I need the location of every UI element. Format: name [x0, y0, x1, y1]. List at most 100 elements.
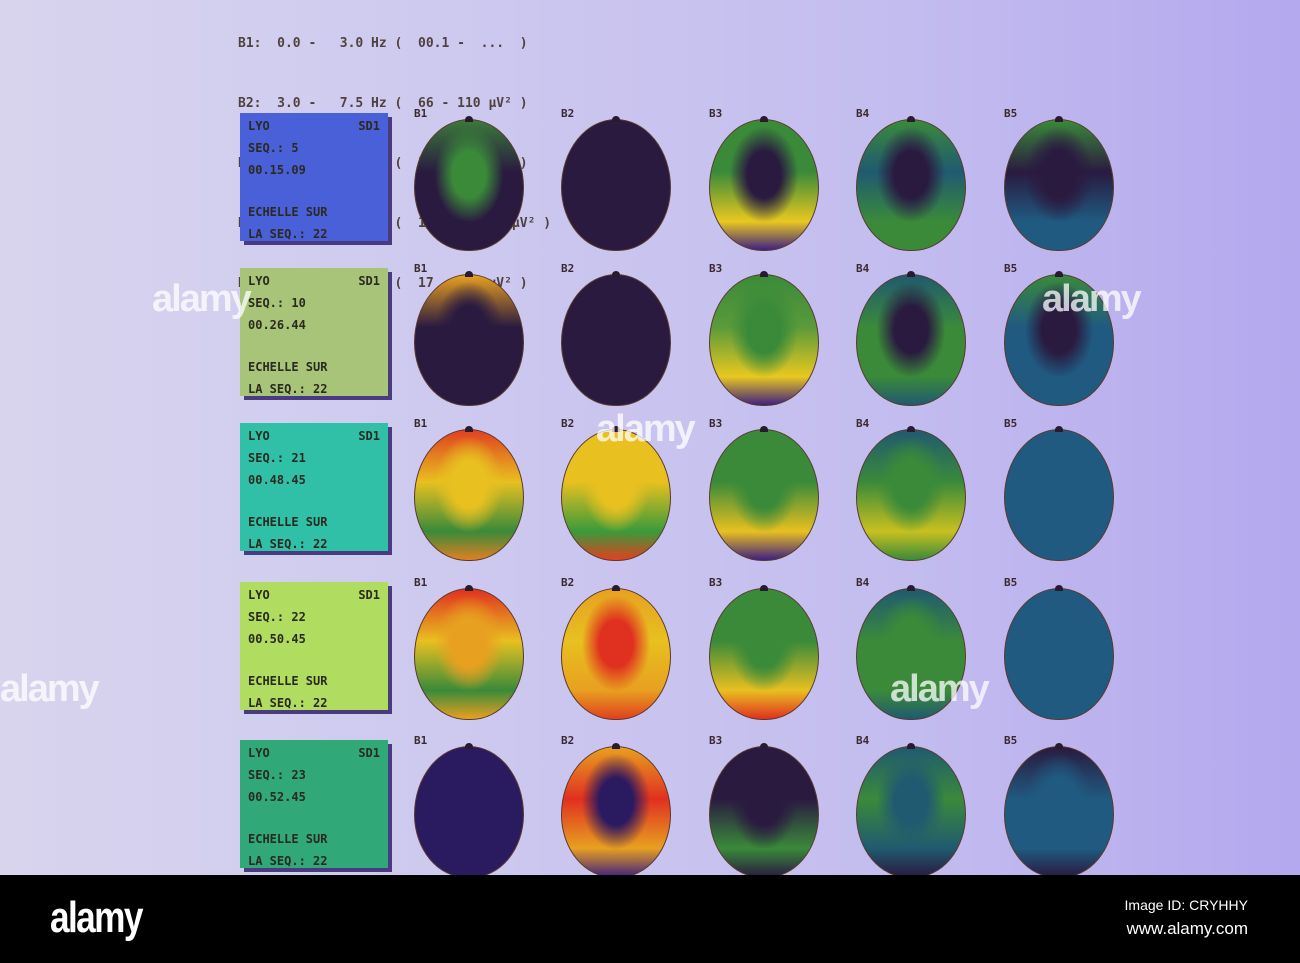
nose-marker-icon [465, 426, 473, 432]
scale-note: ECHELLE SUR [248, 205, 328, 219]
band-label: B5 [1004, 417, 1018, 430]
brain-map-head [709, 116, 819, 251]
brain-map-head [1004, 585, 1114, 720]
sequence-time: 00.15.09 [248, 163, 306, 177]
band-label: B5 [1004, 576, 1018, 589]
site-code: LYO [248, 119, 270, 133]
scale-note: LA SEQ.: 22 [248, 854, 328, 868]
brain-map-head [856, 271, 966, 406]
band-label: B3 [709, 576, 723, 589]
watermark: alamy [152, 278, 252, 320]
brain-map-head [856, 743, 966, 878]
legend-line: B2: 3.0 - 7.5 Hz ( 66 - 110 µV² ) [238, 96, 528, 111]
nose-marker-icon [760, 426, 768, 432]
band-label: B4 [856, 262, 870, 275]
channel-id: SD1 [358, 429, 380, 443]
channel-id: SD1 [358, 274, 380, 288]
map-row: LYO SD1 SEQ.: 22 00.50.45 ECHELLE SUR LA … [238, 576, 1138, 732]
scale-note: ECHELLE SUR [248, 515, 328, 529]
footer-bar: alamy Image ID: CRYHHY www.alamy.com [0, 875, 1300, 963]
sequence-label-box: LYO SD1 SEQ.: 23 00.52.45 ECHELLE SUR LA … [240, 740, 388, 868]
band-label: B5 [1004, 262, 1018, 275]
brain-map-head [709, 585, 819, 720]
image-id: Image ID: CRYHHY [1124, 897, 1248, 913]
band-label: B2 [561, 734, 575, 747]
sequence-time: 00.50.45 [248, 632, 306, 646]
nose-marker-icon [907, 743, 915, 749]
site-url: www.alamy.com [1126, 919, 1248, 938]
brain-map-head [414, 585, 524, 720]
map-row: LYO SD1 SEQ.: 23 00.52.45 ECHELLE SUR LA … [238, 734, 1138, 890]
brain-map-head [709, 743, 819, 878]
nose-marker-icon [907, 116, 915, 122]
band-label: B1 [414, 417, 428, 430]
brain-map-head [414, 426, 524, 561]
brain-map-head [414, 743, 524, 878]
band-label: B1 [414, 576, 428, 589]
channel-id: SD1 [358, 746, 380, 760]
nose-marker-icon [760, 116, 768, 122]
nose-marker-icon [612, 585, 620, 591]
scale-note: LA SEQ.: 22 [248, 537, 328, 551]
band-label: B1 [414, 262, 428, 275]
nose-marker-icon [465, 585, 473, 591]
brain-map-head [414, 116, 524, 251]
sequence-time: 00.52.45 [248, 790, 306, 804]
sequence-number: SEQ.: 21 [248, 451, 306, 465]
brain-map-head [709, 426, 819, 561]
scale-note: ECHELLE SUR [248, 674, 328, 688]
band-label: B3 [709, 734, 723, 747]
nose-marker-icon [465, 116, 473, 122]
scale-note: LA SEQ.: 22 [248, 227, 328, 241]
band-label: B4 [856, 576, 870, 589]
brain-map-head [561, 743, 671, 878]
band-label: B4 [856, 417, 870, 430]
scale-note: ECHELLE SUR [248, 360, 328, 374]
band-label: B1 [414, 734, 428, 747]
nose-marker-icon [907, 271, 915, 277]
nose-marker-icon [1055, 271, 1063, 277]
sequence-number: SEQ.: 10 [248, 296, 306, 310]
nose-marker-icon [760, 271, 768, 277]
band-label: B2 [561, 107, 575, 120]
scale-note: LA SEQ.: 22 [248, 382, 328, 396]
band-label: B3 [709, 262, 723, 275]
sequence-number: SEQ.: 22 [248, 610, 306, 624]
watermark: alamy [596, 408, 696, 450]
brain-map-head [561, 271, 671, 406]
band-label: B3 [709, 107, 723, 120]
sequence-number: SEQ.: 5 [248, 141, 299, 155]
watermark: alamy [0, 668, 100, 710]
channel-id: SD1 [358, 588, 380, 602]
site-code: LYO [248, 429, 270, 443]
band-label: B2 [561, 262, 575, 275]
brain-map-head [1004, 426, 1114, 561]
map-row: LYO SD1 SEQ.: 10 00.26.44 ECHELLE SUR LA … [238, 262, 1138, 418]
watermark: alamy [890, 668, 990, 710]
band-label: B2 [561, 417, 575, 430]
site-code: LYO [248, 588, 270, 602]
nose-marker-icon [907, 585, 915, 591]
nose-marker-icon [1055, 116, 1063, 122]
band-label: B5 [1004, 107, 1018, 120]
brain-map-head [561, 585, 671, 720]
nose-marker-icon [465, 271, 473, 277]
band-label: B3 [709, 417, 723, 430]
sequence-label-box: LYO SD1 SEQ.: 21 00.48.45 ECHELLE SUR LA … [240, 423, 388, 551]
brain-map-head [414, 271, 524, 406]
sequence-time: 00.26.44 [248, 318, 306, 332]
site-code: LYO [248, 274, 270, 288]
channel-id: SD1 [358, 119, 380, 133]
legend-line: B1: 0.0 - 3.0 Hz ( 00.1 - ... ) [238, 36, 528, 51]
sequence-number: SEQ.: 23 [248, 768, 306, 782]
nose-marker-icon [760, 585, 768, 591]
scale-note: ECHELLE SUR [248, 832, 328, 846]
band-label: B2 [561, 576, 575, 589]
brain-map-head [1004, 116, 1114, 251]
scale-note: LA SEQ.: 22 [248, 696, 328, 710]
watermark: alamy [1042, 278, 1142, 320]
brain-map-head [856, 426, 966, 561]
sequence-label-box: LYO SD1 SEQ.: 10 00.26.44 ECHELLE SUR LA … [240, 268, 388, 396]
band-label: B4 [856, 734, 870, 747]
nose-marker-icon [1055, 743, 1063, 749]
